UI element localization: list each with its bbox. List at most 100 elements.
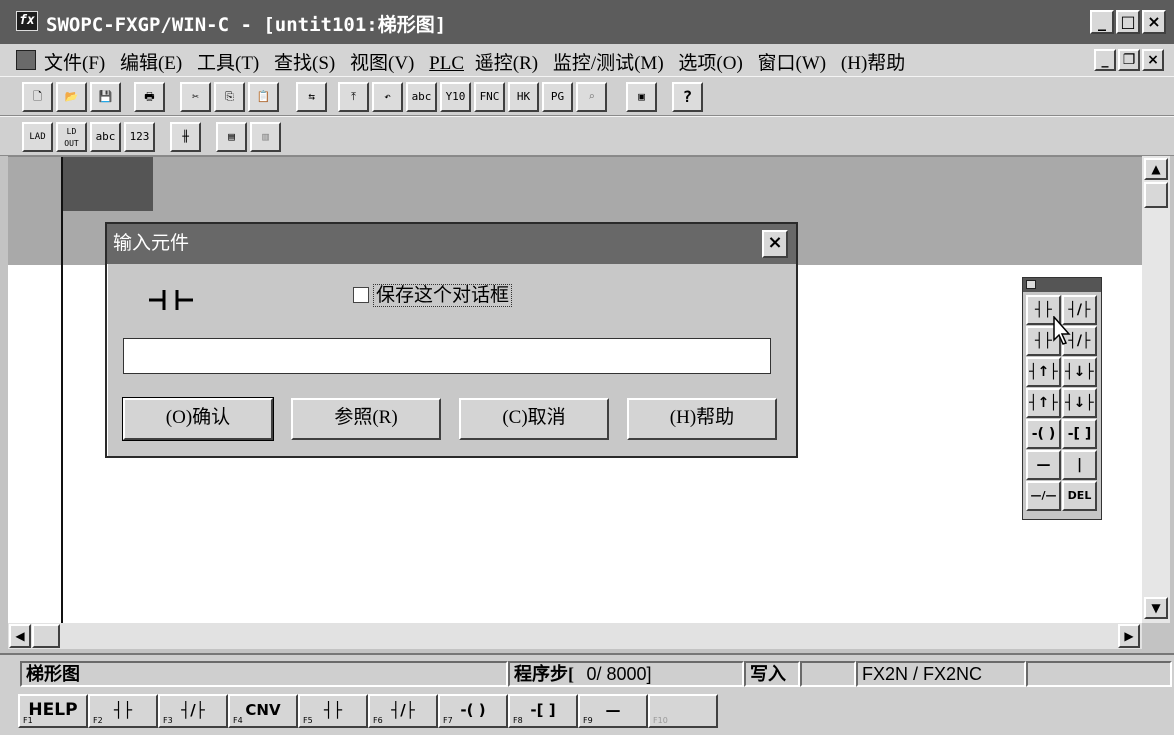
menu-window[interactable]: 窗口(W) [758, 53, 827, 74]
f2-contact-button[interactable]: F2 ┤├ [88, 694, 158, 728]
fnc-glyph: FNC [479, 90, 500, 103]
palette-glyph: ┤↓├ [1065, 395, 1094, 411]
doc-minimize-button[interactable]: _ [1094, 49, 1116, 71]
palette-title-bar[interactable] [1023, 278, 1101, 292]
f2-label: F2 [93, 716, 103, 725]
function-icon[interactable]: -[ ] [1062, 419, 1097, 449]
contact-grid-icon[interactable]: ╫ [170, 122, 201, 152]
copy-icon[interactable]: ⎘ [214, 82, 245, 112]
menu-file[interactable]: 文件(F) [44, 53, 105, 74]
transfer-icon[interactable]: ⇆ [296, 82, 327, 112]
cut-icon[interactable]: ✂ [180, 82, 211, 112]
f9-line-button[interactable]: F9 — [578, 694, 648, 728]
palette-glyph: -( ) [1031, 426, 1056, 442]
horizontal-scroll-thumb[interactable] [32, 624, 60, 648]
f10-button[interactable]: F10 [648, 694, 718, 728]
page-top-icon[interactable]: ⤒ [338, 82, 369, 112]
vertical-scroll-thumb[interactable] [1144, 182, 1168, 208]
dialog-close-button[interactable]: × [762, 230, 788, 258]
status-program-steps: 程序步[ 0/ 8000] [508, 661, 744, 687]
monitor-on-icon[interactable]: ▤ [216, 122, 247, 152]
doc-restore-button[interactable]: ❐ [1118, 49, 1140, 71]
monitor-off-icon[interactable]: ▥ [250, 122, 281, 152]
menu-help[interactable]: (H)帮助 [841, 53, 905, 74]
menu-find[interactable]: 查找(S) [274, 53, 335, 74]
scroll-left-icon[interactable]: ◀ [9, 624, 31, 648]
f8-label: F8 [513, 716, 523, 725]
menu-plc[interactable]: PLC [429, 53, 464, 74]
paste-icon[interactable]: 📋 [248, 82, 279, 112]
scroll-up-icon[interactable]: ▲ [1144, 158, 1168, 180]
dialog-title[interactable]: 输入元件 [107, 224, 796, 264]
save-dialog-option[interactable]: 保存这个对话框 [353, 280, 513, 307]
menu-options[interactable]: 选项(O) [678, 53, 742, 74]
save-disk-icon[interactable]: 💾 [90, 82, 121, 112]
comment-mode-icon[interactable]: abc [90, 122, 121, 152]
horizontal-line-icon[interactable]: — [1026, 450, 1061, 480]
cut-glyph: ✂ [192, 90, 199, 103]
vertical-line-icon[interactable]: | [1062, 450, 1097, 480]
coil-y10-glyph: Y10 [445, 90, 466, 103]
view-toolbar: LAD LD OUT abc 123 ╫ ▤ ▥ [0, 116, 1174, 156]
monitor-hk-icon[interactable]: HK [508, 82, 539, 112]
transfer-glyph: ⇆ [308, 90, 315, 103]
coil-y10-icon[interactable]: Y10 [440, 82, 471, 112]
open-folder-icon[interactable]: 📂 [56, 82, 87, 112]
f3-text: ┤/├ [181, 701, 205, 719]
parallel-rise-icon[interactable]: ┤↑├ [1026, 388, 1061, 418]
close-button[interactable]: × [1142, 10, 1166, 34]
numeric-123-icon[interactable]: 123 [124, 122, 155, 152]
menu-remote[interactable]: 遥控(R) [475, 53, 538, 74]
element-input-field[interactable] [123, 338, 771, 374]
menu-view[interactable]: 视图(V) [350, 53, 414, 74]
f5-parallel-button[interactable]: F5 ┤├ [298, 694, 368, 728]
horizontal-scrollbar[interactable]: ◀ ▶ [8, 623, 1142, 649]
reference-button[interactable]: 参照(R) [291, 398, 441, 440]
f3-nc-contact-button[interactable]: F3 ┤/├ [158, 694, 228, 728]
new-file-icon[interactable]: 🗋 [22, 82, 53, 112]
ok-button[interactable]: (O)确认 [122, 397, 274, 441]
coil-icon[interactable]: -( ) [1026, 419, 1061, 449]
palette-glyph: ┤↑├ [1029, 395, 1058, 411]
window-switch-icon[interactable]: ▣ [626, 82, 657, 112]
f6-parallel-nc-button[interactable]: F6 ┤/├ [368, 694, 438, 728]
f7-coil-button[interactable]: F7 -( ) [438, 694, 508, 728]
palette-system-icon[interactable] [1026, 280, 1036, 289]
scroll-right-icon[interactable]: ▶ [1118, 624, 1140, 648]
invert-icon[interactable]: —/— [1026, 481, 1061, 511]
doc-close-button[interactable]: × [1142, 49, 1164, 71]
pg-icon[interactable]: PG [542, 82, 573, 112]
binoculars-icon[interactable]: ⌕ [576, 82, 607, 112]
comment-abc-icon[interactable]: abc [406, 82, 437, 112]
save-dialog-checkbox[interactable] [353, 287, 369, 303]
f8-function-button[interactable]: F8 -[ ] [508, 694, 578, 728]
parallel-fall-icon[interactable]: ┤↓├ [1062, 388, 1097, 418]
document-system-icon[interactable] [16, 50, 36, 70]
monitor-off-glyph: ▥ [262, 130, 269, 143]
pulse-rise-icon[interactable]: ┤↑├ [1026, 357, 1061, 387]
menu-monitor-test[interactable]: 监控/测试(M) [553, 53, 664, 74]
fnc-icon[interactable]: FNC [474, 82, 505, 112]
menu-tools[interactable]: 工具(T) [197, 53, 259, 74]
ladder-view-icon[interactable]: LAD [22, 122, 53, 152]
save-dialog-label[interactable]: 保存这个对话框 [373, 284, 513, 307]
ladder-cursor[interactable] [63, 157, 153, 211]
delete-icon[interactable]: DEL [1062, 481, 1097, 511]
minimize-button[interactable]: _ [1090, 10, 1114, 34]
help-question-icon[interactable]: ? [672, 82, 703, 112]
page-back-icon[interactable]: ↶ [372, 82, 403, 112]
help-button[interactable]: (H)帮助 [627, 398, 777, 440]
numeric-123-glyph: 123 [129, 130, 150, 143]
palette-glyph: —/— [1030, 489, 1057, 502]
f4-convert-button[interactable]: F4 CNV [228, 694, 298, 728]
print-icon[interactable]: 🖶 [134, 82, 165, 112]
instruction-list-icon[interactable]: LD OUT [56, 122, 87, 152]
cancel-button[interactable]: (C)取消 [459, 398, 609, 440]
vertical-scrollbar[interactable]: ▲ ▼ [1142, 156, 1170, 623]
f1-help-button[interactable]: F1 HELP [18, 694, 88, 728]
app-logo-icon[interactable]: fx [16, 11, 38, 31]
pulse-fall-icon[interactable]: ┤↓├ [1062, 357, 1097, 387]
menu-edit[interactable]: 编辑(E) [120, 53, 182, 74]
scroll-down-icon[interactable]: ▼ [1144, 597, 1168, 619]
maximize-button[interactable]: □ [1116, 10, 1140, 34]
